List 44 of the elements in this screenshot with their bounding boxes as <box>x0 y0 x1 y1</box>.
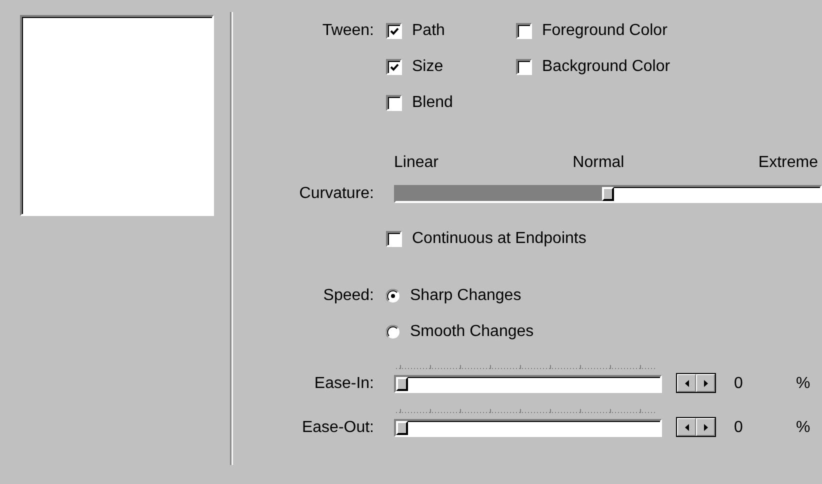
field-label: Tween: <box>322 21 374 41</box>
field-label: Curvature: <box>299 185 374 203</box>
checkbox-label[interactable]: Continuous at Endpoints <box>412 230 586 248</box>
radio-button[interactable] <box>386 289 400 303</box>
slider-thumb[interactable] <box>396 377 408 391</box>
value-text: 0 <box>734 419 744 437</box>
field-label: Ease-In: <box>314 375 374 393</box>
decrement-button[interactable] <box>677 418 696 436</box>
unit-label: % <box>796 375 810 393</box>
checkbox-label[interactable]: Blend <box>412 94 453 112</box>
increment-button[interactable] <box>696 418 715 436</box>
slider-thumb[interactable] <box>602 187 614 201</box>
right-triangle-icon <box>704 380 708 386</box>
field-label: Speed: <box>323 286 374 306</box>
checkbox[interactable] <box>516 23 532 39</box>
left-triangle-icon <box>684 424 688 430</box>
slider-thumb[interactable] <box>396 421 408 435</box>
checkbox[interactable] <box>516 59 532 75</box>
checkmark-icon <box>390 26 398 36</box>
checkbox[interactable] <box>386 231 402 247</box>
checkbox[interactable] <box>386 95 402 111</box>
left-triangle-icon <box>684 380 688 386</box>
ease-slider[interactable] <box>394 419 662 437</box>
ease-slider[interactable] <box>394 375 662 393</box>
checkbox-label[interactable]: Path <box>412 22 445 40</box>
radio-button[interactable] <box>386 325 400 339</box>
checkmark-icon <box>390 62 398 72</box>
checkbox[interactable] <box>386 59 402 75</box>
curvature-slider[interactable] <box>394 185 822 203</box>
checkbox[interactable] <box>386 23 402 39</box>
checkbox-label[interactable]: Foreground Color <box>542 22 668 40</box>
right-triangle-icon <box>704 424 708 430</box>
value-text: 0 <box>734 375 744 393</box>
increment-button[interactable] <box>696 374 715 392</box>
radio-label[interactable]: Smooth Changes <box>410 323 534 341</box>
field-label: Ease-Out: <box>302 419 374 437</box>
radio-label[interactable]: Sharp Changes <box>410 287 522 305</box>
scale-label: Normal <box>572 153 624 173</box>
checkbox-label[interactable]: Size <box>412 58 444 76</box>
decrement-button[interactable] <box>677 374 696 392</box>
unit-label: % <box>796 419 810 437</box>
checkbox-label[interactable]: Background Color <box>542 58 670 76</box>
scale-label: Extreme <box>758 153 818 173</box>
scale-label: Linear <box>394 153 438 173</box>
